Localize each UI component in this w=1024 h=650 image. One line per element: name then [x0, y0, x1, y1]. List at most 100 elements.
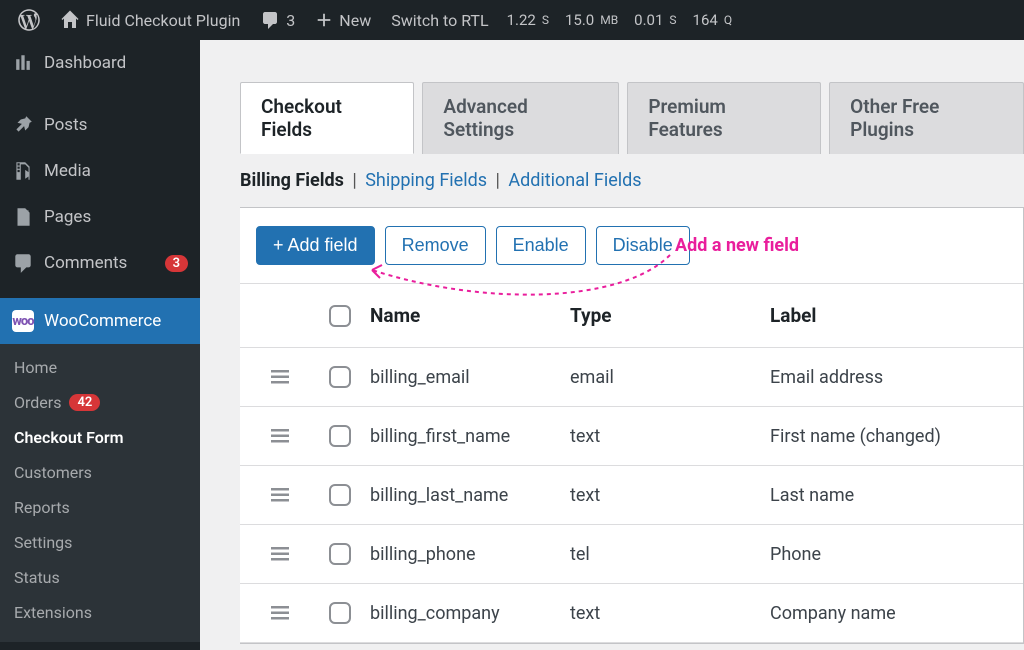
- add-field-button[interactable]: + Add field: [256, 226, 375, 265]
- row-checkbox[interactable]: [329, 484, 351, 506]
- sidebar-item-comments[interactable]: Comments 3: [0, 240, 200, 286]
- submenu-reports[interactable]: Reports: [0, 490, 200, 525]
- site-title: Fluid Checkout Plugin: [86, 11, 240, 30]
- wordpress-icon: [18, 9, 40, 31]
- comments-count: 3: [286, 11, 295, 30]
- cell-name: billing_phone: [370, 544, 570, 565]
- submenu-customers[interactable]: Customers: [0, 455, 200, 490]
- col-type: Type: [570, 304, 770, 327]
- comments-icon: [12, 252, 34, 274]
- col-name: Name: [370, 304, 570, 327]
- select-all-checkbox[interactable]: [329, 305, 351, 327]
- woocommerce-submenu: Home Orders 42 Checkout Form Customers R…: [0, 344, 200, 642]
- row-checkbox[interactable]: [329, 425, 351, 447]
- pages-icon: [12, 206, 34, 228]
- row-checkbox[interactable]: [329, 543, 351, 565]
- cell-type: email: [570, 367, 770, 388]
- cell-type: text: [570, 603, 770, 624]
- col-label: Label: [770, 304, 1013, 327]
- main-content: Checkout Fields Advanced Settings Premiu…: [200, 40, 1024, 650]
- sidebar-label: Pages: [44, 207, 188, 227]
- fields-toolbar: + Add field Remove Enable Disable: [240, 208, 1023, 284]
- rtl-label: Switch to RTL: [391, 11, 488, 30]
- cell-name: billing_email: [370, 367, 570, 388]
- perf-sql-time[interactable]: 0.01S: [628, 0, 682, 40]
- perf-memory[interactable]: 15.0MB: [559, 0, 624, 40]
- home-icon: [60, 10, 80, 30]
- fields-panel: + Add field Remove Enable Disable Name T…: [240, 207, 1024, 644]
- cell-label: Email address: [770, 367, 1013, 388]
- cell-type: text: [570, 485, 770, 506]
- admin-bar: Fluid Checkout Plugin 3 New Switch to RT…: [0, 0, 1024, 40]
- drag-handle-icon[interactable]: [250, 488, 310, 502]
- submenu-home[interactable]: Home: [0, 350, 200, 385]
- sidebar-label: Comments: [44, 253, 155, 273]
- media-icon: [12, 160, 34, 182]
- table-row[interactable]: billing_companytextCompany name: [240, 584, 1023, 643]
- sidebar-item-woocommerce[interactable]: woo WooCommerce: [0, 298, 200, 344]
- sidebar-label: Dashboard: [44, 53, 188, 73]
- drag-handle-icon[interactable]: [250, 370, 310, 384]
- wp-logo[interactable]: [10, 0, 48, 40]
- fields-table: Name Type Label billing_emailemailEmail …: [240, 284, 1023, 643]
- tab-premium-features[interactable]: Premium Features: [627, 82, 821, 154]
- new-label: New: [339, 11, 371, 30]
- rtl-switch[interactable]: Switch to RTL: [383, 0, 496, 40]
- table-row[interactable]: billing_emailemailEmail address: [240, 348, 1023, 407]
- dashboard-icon: [12, 52, 34, 74]
- table-row[interactable]: billing_phonetelPhone: [240, 525, 1023, 584]
- pin-icon: [12, 114, 34, 136]
- drag-handle-icon[interactable]: [250, 547, 310, 561]
- annotation-text: Add a new field: [675, 235, 799, 256]
- tab-checkout-fields[interactable]: Checkout Fields: [240, 82, 414, 154]
- tab-advanced-settings[interactable]: Advanced Settings: [422, 82, 619, 154]
- sublink-shipping[interactable]: Shipping Fields: [365, 170, 487, 191]
- cell-name: billing_first_name: [370, 426, 570, 447]
- table-header: Name Type Label: [240, 284, 1023, 348]
- submenu-status[interactable]: Status: [0, 560, 200, 595]
- row-checkbox[interactable]: [329, 366, 351, 388]
- submenu-orders[interactable]: Orders 42: [0, 385, 200, 420]
- submenu-checkout-form[interactable]: Checkout Form: [0, 420, 200, 455]
- perf-time[interactable]: 1.22S: [501, 0, 555, 40]
- woocommerce-icon: woo: [12, 310, 34, 332]
- drag-handle-icon[interactable]: [250, 606, 310, 620]
- plus-icon: [315, 11, 333, 29]
- sidebar-label: Media: [44, 161, 188, 181]
- drag-handle-icon[interactable]: [250, 429, 310, 443]
- cell-label: Last name: [770, 485, 1013, 506]
- cell-label: Company name: [770, 603, 1013, 624]
- submenu-settings[interactable]: Settings: [0, 525, 200, 560]
- cell-name: billing_company: [370, 603, 570, 624]
- sublink-billing[interactable]: Billing Fields: [240, 170, 344, 191]
- sidebar-item-media[interactable]: Media: [0, 148, 200, 194]
- sidebar-label: WooCommerce: [44, 311, 188, 331]
- comment-icon: [260, 10, 280, 30]
- new-content-link[interactable]: New: [307, 0, 379, 40]
- tab-other-plugins[interactable]: Other Free Plugins: [829, 82, 1024, 154]
- cell-name: billing_last_name: [370, 485, 570, 506]
- row-checkbox[interactable]: [329, 602, 351, 624]
- site-link[interactable]: Fluid Checkout Plugin: [52, 0, 248, 40]
- remove-button[interactable]: Remove: [385, 226, 486, 265]
- cell-type: text: [570, 426, 770, 447]
- comments-badge: 3: [165, 255, 188, 272]
- field-group-sublinks: Billing Fields | Shipping Fields | Addit…: [200, 154, 1024, 207]
- perf-queries[interactable]: 164Q: [687, 0, 739, 40]
- sidebar-item-posts[interactable]: Posts: [0, 102, 200, 148]
- sidebar-item-pages[interactable]: Pages: [0, 194, 200, 240]
- comments-link[interactable]: 3: [252, 0, 303, 40]
- cell-label: First name (changed): [770, 426, 1013, 447]
- enable-button[interactable]: Enable: [496, 226, 586, 265]
- table-row[interactable]: billing_first_nametextFirst name (change…: [240, 407, 1023, 466]
- orders-badge: 42: [69, 394, 100, 411]
- submenu-extensions[interactable]: Extensions: [0, 595, 200, 630]
- sidebar-label: Posts: [44, 115, 188, 135]
- sidebar-item-dashboard[interactable]: Dashboard: [0, 40, 200, 86]
- table-row[interactable]: billing_last_nametextLast name: [240, 466, 1023, 525]
- cell-type: tel: [570, 544, 770, 565]
- sublink-additional[interactable]: Additional Fields: [508, 170, 641, 191]
- admin-sidebar: Dashboard Posts Media Pages Comments 3 w…: [0, 40, 200, 650]
- cell-label: Phone: [770, 544, 1013, 565]
- settings-tabs: Checkout Fields Advanced Settings Premiu…: [200, 40, 1024, 154]
